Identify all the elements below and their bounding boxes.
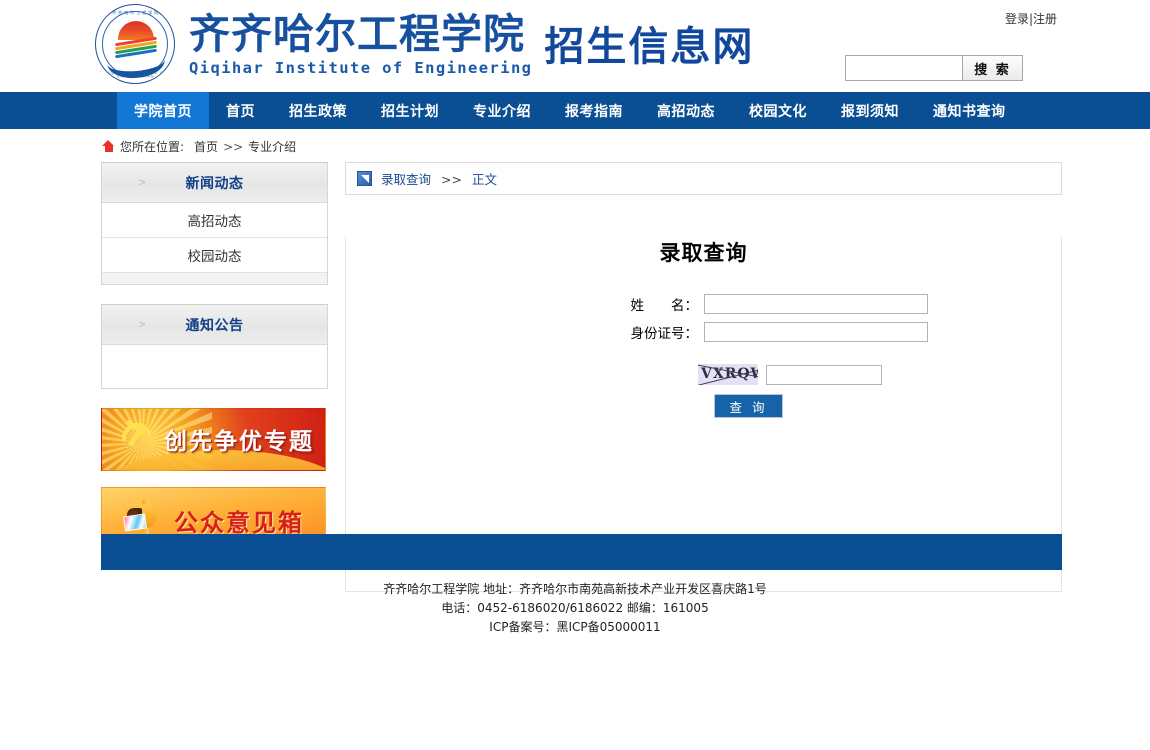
site-title-group: 齐齐哈尔工程学院 Qiqihar Institute of Engineerin…	[189, 9, 533, 77]
site-logo-block[interactable]: 齐齐哈尔工程学院 QIQIHAR INSTITUTE OF ENGINEERIN…	[95, 4, 754, 84]
breadcrumb: 您所在位置: 首页 >> 专业介绍	[102, 138, 296, 155]
site-subtitle: 招生信息网	[544, 24, 755, 70]
breadcrumb-prefix: 您所在位置:	[120, 140, 185, 154]
nav-item-gaozhaodongtai[interactable]: 高招动态	[640, 92, 732, 129]
breadcrumb-separator: >>	[223, 139, 244, 154]
site-title-en: Qiqihar Institute of Engineering	[189, 58, 533, 77]
search-box: 搜 索	[845, 55, 1023, 81]
submit-query-button[interactable]: 查 询	[715, 395, 782, 417]
login-register-link[interactable]: 登录|注册	[1005, 10, 1057, 27]
id-number-input[interactable]	[704, 322, 928, 342]
sidebar-panel-news-header[interactable]: > 新闻动态	[102, 163, 327, 203]
chevron-right-icon: >	[139, 176, 146, 189]
sidebar: > 新闻动态 高招动态 校园动态 > 通知公告 创先争优专题 公众意见箱	[101, 162, 328, 566]
footer-line-icp: ICP备案号：黑ICP备05000011	[489, 620, 661, 634]
name-input[interactable]	[704, 294, 928, 314]
lookup-form: 姓 名： 身份证号： VXRQW	[346, 294, 1061, 417]
breadcrumb-home-link[interactable]: 首页	[194, 138, 218, 155]
banner-label: 创先争优专题	[164, 429, 314, 455]
nav-item-baokaozhinan[interactable]: 报考指南	[548, 92, 640, 129]
university-seal-icon: 齐齐哈尔工程学院 QIQIHAR INSTITUTE OF ENGINEERIN…	[95, 4, 175, 84]
nav-item-zhaoshengzhengce[interactable]: 招生政策	[272, 92, 364, 129]
document-arrow-icon	[357, 171, 372, 186]
search-button[interactable]: 搜 索	[963, 55, 1023, 81]
site-header: 齐齐哈尔工程学院 QIQIHAR INSTITUTE OF ENGINEERIN…	[0, 0, 1150, 93]
nav-item-xueyuanshouye[interactable]: 学院首页	[117, 92, 209, 129]
banner-label: 公众意见箱	[174, 509, 304, 537]
party-emblem-icon	[116, 417, 158, 459]
chevron-right-icon: >	[139, 318, 146, 331]
breadcrumb-current[interactable]: 专业介绍	[248, 138, 296, 155]
main-panel: 录取查询 >> 正文 录取查询 姓 名： 身份证号： VXR 查 询	[345, 162, 1062, 592]
form-row-name: 姓 名：	[346, 294, 1061, 314]
footer-line-address: 齐齐哈尔工程学院 地址：齐齐哈尔市南苑高新技术产业开发区喜庆路1号	[383, 582, 767, 596]
search-input[interactable]	[845, 55, 963, 81]
seal-bottom-text: QIQIHAR INSTITUTE OF ENGINEERING	[104, 71, 168, 79]
sidebar-panel-notice-title: 通知公告	[185, 317, 244, 334]
nav-item-zhuanyejieshao[interactable]: 专业介绍	[456, 92, 548, 129]
form-title: 录取查询	[659, 241, 748, 265]
sidebar-panel-news-title: 新闻动态	[185, 175, 244, 192]
main-header-current: 正文	[471, 172, 497, 187]
main-header-separator: >>	[441, 172, 462, 187]
site-title-cn: 齐齐哈尔工程学院	[189, 9, 525, 58]
id-number-field-label: 身份证号：	[630, 326, 699, 342]
sidebar-panel-news: > 新闻动态 高招动态 校园动态	[101, 162, 328, 285]
form-row-id: 身份证号：	[346, 322, 1061, 342]
sidebar-item-gaozhaodongtai[interactable]: 高招动态	[102, 203, 327, 238]
name-field-label: 姓 名：	[630, 298, 699, 314]
sidebar-panel-news-footer	[102, 273, 327, 284]
submit-row: 查 询	[346, 395, 1061, 417]
page-root: 齐齐哈尔工程学院 QIQIHAR INSTITUTE OF ENGINEERIN…	[0, 0, 1150, 750]
footer-line-contact: 电话：0452-6186020/6186022 邮编：161005	[441, 601, 709, 615]
seal-top-text: 齐齐哈尔工程学院	[112, 10, 160, 15]
sidebar-panel-notice-body	[102, 345, 327, 388]
sidebar-panel-notice-header[interactable]: > 通知公告	[102, 305, 327, 345]
nav-item-baodaoxuzhi[interactable]: 报到须知	[824, 92, 916, 129]
sidebar-item-xiaoyuandongtai[interactable]: 校园动态	[102, 238, 327, 273]
main-panel-header: 录取查询 >> 正文	[345, 162, 1062, 195]
footer-text: 齐齐哈尔工程学院 地址：齐齐哈尔市南苑高新技术产业开发区喜庆路1号 电话：045…	[0, 580, 1150, 637]
banner-chuangxianzhengyou[interactable]: 创先争优专题	[101, 408, 326, 471]
main-navigation: 学院首页 首页 招生政策 招生计划 专业介绍 报考指南 高招动态 校园文化 报到…	[0, 92, 1150, 129]
captcha-image[interactable]: VXRQW	[698, 364, 758, 385]
footer-bar	[101, 534, 1062, 570]
nav-item-xiaoyuanwenhua[interactable]: 校园文化	[732, 92, 824, 129]
captcha-input[interactable]	[766, 364, 882, 385]
captcha-row: VXRQW	[346, 364, 1061, 385]
home-icon	[102, 140, 115, 153]
nav-item-shouye[interactable]: 首页	[209, 92, 272, 129]
nav-item-zhaoshengjihua[interactable]: 招生计划	[364, 92, 456, 129]
nav-item-tongzhishuchaxun[interactable]: 通知书查询	[916, 92, 1023, 129]
main-header-section-link[interactable]: 录取查询	[381, 172, 431, 187]
sidebar-panel-notice: > 通知公告	[101, 304, 328, 389]
